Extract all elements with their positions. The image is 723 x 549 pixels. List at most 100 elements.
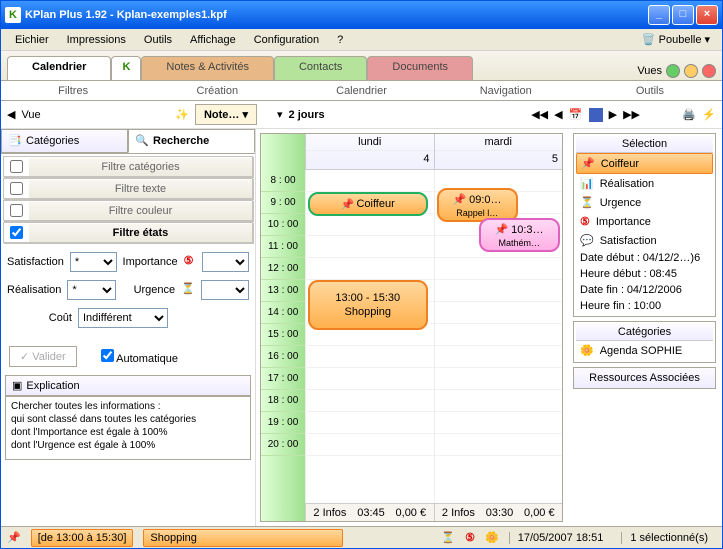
event-rappel[interactable]: 📌 09:0… Rappel l… xyxy=(437,188,519,222)
right-panel: Sélection 📌Coiffeur 📊Réalisation ⏳Urgenc… xyxy=(567,129,722,526)
day-column-mardi[interactable]: 📌 09:0… Rappel l… 📌 10:3… Mathém… xyxy=(434,170,563,503)
nav-next-icon[interactable]: ▶ xyxy=(609,108,617,121)
crit-importance-select[interactable] xyxy=(202,252,249,272)
time-slot[interactable] xyxy=(435,346,563,368)
minimize-button[interactable]: _ xyxy=(648,5,670,25)
crit-urgence-select[interactable] xyxy=(201,280,249,300)
time-slot[interactable] xyxy=(435,324,563,346)
menu-configuration[interactable]: Configuration xyxy=(246,32,327,48)
vue-green-button[interactable] xyxy=(666,64,680,78)
nav-prev-icon[interactable]: ◀ xyxy=(554,108,562,121)
filter-couleur-checkbox[interactable] xyxy=(10,204,23,217)
pin-icon: 📌 xyxy=(453,194,467,206)
filter-couleur-label[interactable]: Filtre couleur xyxy=(29,202,252,220)
time-slot[interactable] xyxy=(306,214,434,236)
auto-checkbox[interactable] xyxy=(101,349,114,362)
ressources-button[interactable]: Ressources Associées xyxy=(573,367,716,389)
hour-slot: 20 : 00 xyxy=(261,434,305,456)
nav-last-icon[interactable]: ▶▶ xyxy=(623,108,640,121)
trash-button[interactable]: 🗑️ Poubelle ▾ xyxy=(636,31,716,49)
time-slot[interactable] xyxy=(306,258,434,280)
hour-slot: 10 : 00 xyxy=(261,214,305,236)
time-slot[interactable] xyxy=(306,170,434,192)
filter-etats-checkbox[interactable] xyxy=(10,226,23,239)
tab-calendrier[interactable]: Calendrier xyxy=(7,56,111,80)
tab-kplan[interactable]: K xyxy=(111,56,141,80)
time-slot[interactable] xyxy=(435,280,563,302)
time-slot[interactable] xyxy=(435,368,563,390)
tab-categories[interactable]: 📑 Catégories xyxy=(1,129,128,153)
vue-orange-button[interactable] xyxy=(684,64,698,78)
menu-outils[interactable]: Outils xyxy=(136,32,180,48)
event-coiffeur[interactable]: 📌 Coiffeur xyxy=(308,192,428,216)
time-slot[interactable] xyxy=(306,368,434,390)
crit-cout-select[interactable]: Indifférent xyxy=(78,308,168,328)
crit-realisation-select[interactable]: * xyxy=(67,280,115,300)
time-slot[interactable] xyxy=(306,346,434,368)
crit-satisfaction-select[interactable]: * xyxy=(70,252,117,272)
time-slot[interactable] xyxy=(435,258,563,280)
day-column-lundi[interactable]: 📌 Coiffeur 13:00 - 15:30 Shopping xyxy=(305,170,434,503)
status-range: [de 13:00 à 15:30] xyxy=(31,529,134,547)
auto-checkbox-label[interactable]: Automatique xyxy=(101,349,178,365)
time-slot[interactable] xyxy=(435,302,563,324)
tab-contacts[interactable]: Contacts xyxy=(274,56,367,80)
filter-texte-label[interactable]: Filtre texte xyxy=(29,180,252,198)
day-header-mardi[interactable]: mardi 5 xyxy=(434,134,563,170)
trash-label: Poubelle xyxy=(659,34,702,46)
calendar-grid-icon[interactable] xyxy=(589,108,603,122)
filter-categories-label[interactable]: Filtre catégories xyxy=(29,158,252,176)
menu-impressions[interactable]: Impressions xyxy=(59,32,134,48)
sel-urgence[interactable]: ⏳Urgence xyxy=(576,193,713,212)
menu-fichier[interactable]: Eichier xyxy=(7,32,57,48)
maximize-button[interactable]: □ xyxy=(672,5,694,25)
hour-slot: 19 : 00 xyxy=(261,412,305,434)
progress-icon: 📊 xyxy=(580,177,594,190)
hour-slot: 18 : 00 xyxy=(261,390,305,412)
day-header-lundi[interactable]: lundi 4 xyxy=(305,134,434,170)
time-slot[interactable] xyxy=(306,390,434,412)
tab-documents[interactable]: Documents xyxy=(367,56,473,80)
time-slot[interactable] xyxy=(306,412,434,434)
subheader: Filtres Création Calendrier Navigation O… xyxy=(1,81,722,101)
today-icon[interactable]: 📅 xyxy=(569,108,583,122)
statusbar: 📌 [de 13:00 à 15:30] Shopping ⏳ ⑤ 🌼 17/0… xyxy=(1,526,722,548)
sel-realisation[interactable]: 📊Réalisation xyxy=(576,174,713,193)
filter-texte-checkbox[interactable] xyxy=(10,182,23,195)
search-icon: 🔍 xyxy=(135,134,149,148)
time-slot[interactable] xyxy=(435,412,563,434)
time-slot[interactable] xyxy=(435,390,563,412)
vue-red-button[interactable] xyxy=(702,64,716,78)
period-prev-icon[interactable]: ▾ xyxy=(277,108,283,121)
refresh-icon[interactable]: ⚡ xyxy=(702,108,716,122)
time-slot[interactable] xyxy=(435,434,563,456)
note-button[interactable]: Note… ▾ xyxy=(195,104,257,125)
cat-agenda[interactable]: 🌼Agenda SOPHIE xyxy=(576,341,713,360)
tab-recherche[interactable]: 🔍 Recherche xyxy=(128,129,255,153)
valider-button[interactable]: ✓ Valider xyxy=(9,346,77,367)
flower-icon: 🌼 xyxy=(485,531,499,544)
event-math[interactable]: 📌 10:3… Mathém… xyxy=(479,218,561,252)
time-slot[interactable] xyxy=(306,236,434,258)
hours-column: 8 : 009 : 0010 : 0011 : 0012 : 0013 : 00… xyxy=(261,134,305,521)
prev-icon[interactable]: ◀ xyxy=(7,108,15,121)
tab-notes[interactable]: Notes & Activités xyxy=(141,56,274,80)
explication-header[interactable]: ▣Explication xyxy=(5,375,251,396)
chevron-down-icon: ▾ xyxy=(704,33,710,46)
time-slot[interactable] xyxy=(306,434,434,456)
menu-help[interactable]: ? xyxy=(329,32,351,48)
period-label[interactable]: 2 jours xyxy=(289,109,325,121)
event-shopping[interactable]: 13:00 - 15:30 Shopping xyxy=(308,280,428,330)
filter-categories-checkbox[interactable] xyxy=(10,160,23,173)
sel-importance[interactable]: ⑤Importance xyxy=(576,212,713,231)
crit-cout-label: Coût xyxy=(7,312,72,324)
wand-icon[interactable]: ✨ xyxy=(175,108,189,122)
menu-affichage[interactable]: Affichage xyxy=(182,32,244,48)
app-icon: K xyxy=(5,7,21,23)
filter-etats-label[interactable]: Filtre états xyxy=(29,224,252,242)
sel-coiffeur[interactable]: 📌Coiffeur xyxy=(576,153,713,174)
sel-satisfaction[interactable]: 💬Satisfaction xyxy=(576,231,713,250)
nav-first-icon[interactable]: ◀◀ xyxy=(531,108,548,121)
close-button[interactable]: × xyxy=(696,5,718,25)
print-icon[interactable]: 🖨️ xyxy=(682,108,696,122)
